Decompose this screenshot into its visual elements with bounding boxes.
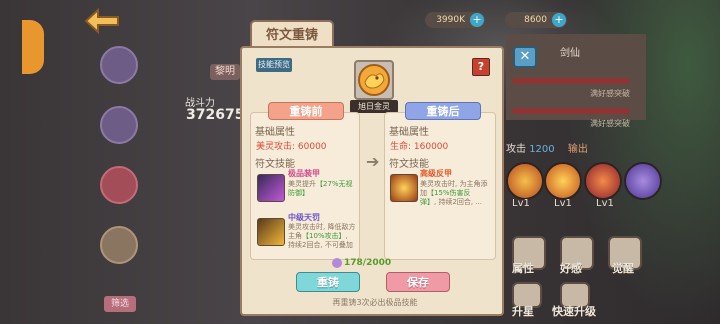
help-button[interactable]: ?: [472, 58, 490, 76]
hero-avatar-3[interactable]: [100, 166, 138, 204]
save-button[interactable]: 保存: [386, 272, 450, 292]
after-tab: 重铸后: [405, 102, 481, 120]
close-button[interactable]: ✕: [513, 46, 537, 68]
affection-label[interactable]: 好感: [560, 260, 582, 276]
before-skill-2-name: 中级天罚: [288, 213, 320, 222]
desc-part: 加: [420, 189, 427, 197]
before-skill-2-desc: 美灵攻击时, 降低敌方 主角【10%攻击】, 持续2回合, 不可叠加: [288, 223, 356, 249]
hero-avatar-2[interactable]: [100, 106, 138, 144]
desc-highlight: 【27%无视: [316, 180, 353, 188]
desc-part: 美灵攻击时, 降低敌方: [288, 223, 356, 231]
desc-highlight: 防御】: [288, 189, 309, 197]
side-tab[interactable]: [22, 20, 44, 74]
before-base-attr-title: 基础属性: [255, 127, 295, 138]
desc-part: , 持续2回合, ...: [434, 198, 483, 206]
filter-button[interactable]: 筛选: [104, 296, 136, 312]
before-skill-1-name: 极品装甲: [288, 169, 320, 178]
skill-orb-2[interactable]: [544, 162, 582, 200]
recast-cost: 178/2000: [344, 258, 392, 268]
progress-bar-1: [512, 78, 630, 84]
detail-extra: 输出: [567, 144, 588, 155]
skill-orb-1[interactable]: [506, 162, 544, 200]
after-skill-1-name: 高级反甲: [420, 169, 452, 178]
desc-part: 持续2回合, 不可叠加: [288, 241, 353, 249]
gold-add-button[interactable]: +: [470, 13, 484, 27]
before-attr: 美灵攻击: 60000: [256, 142, 327, 152]
hero-avatar-1[interactable]: [100, 46, 138, 84]
hero-name-pill: 黎明: [210, 64, 240, 80]
before-tab: 重铸前: [268, 102, 344, 120]
skill-orb-4[interactable]: [624, 162, 662, 200]
before-skill-1-icon: [257, 174, 285, 202]
recast-hint: 再重铸3次必出极品技能: [332, 298, 418, 307]
after-skill-1-desc: 美灵攻击时, 为主角添 加【15%伤害反 弹】, 持续2回合, ...: [420, 180, 494, 207]
gem-add-button[interactable]: +: [552, 13, 566, 27]
desc-part: 美灵攻击时, 为主角添: [420, 180, 488, 188]
attributes-label[interactable]: 属性: [512, 260, 534, 276]
before-skill-1-desc: 美灵提升【27%无视 防御】: [288, 180, 358, 198]
recast-button[interactable]: 重铸: [296, 272, 360, 292]
after-attr: 生命: 160000: [390, 142, 449, 152]
power-value: 372675: [186, 107, 245, 123]
skill-level-2: Lv1: [554, 198, 572, 209]
note-2: 满好感突破: [590, 119, 630, 128]
skill-preview-button[interactable]: 技能预览: [256, 58, 292, 72]
star-up-label[interactable]: 升星: [512, 303, 534, 319]
desc-highlight: 【10%攻击】: [302, 232, 346, 240]
after-base-attr-title: 基础属性: [389, 127, 429, 138]
rune-dust-icon: [332, 258, 342, 268]
detail-value: 1200: [529, 144, 555, 155]
detail-label: 攻击: [506, 144, 526, 155]
desc-part: 主角: [288, 232, 302, 240]
awaken-label[interactable]: 觉醒: [612, 260, 634, 276]
detail-row: 攻击 1200 输出: [506, 140, 646, 155]
note-1: 满好感突破: [590, 89, 630, 98]
after-skill-1-icon: [390, 174, 418, 202]
hero-avatar-4[interactable]: [100, 226, 138, 264]
skill-level-3: Lv1: [596, 198, 614, 209]
desc-part: 美灵提升: [288, 180, 316, 188]
rune-icon: [358, 64, 390, 96]
skill-orb-3[interactable]: [584, 162, 622, 200]
before-skill-2-icon: [257, 218, 285, 246]
arrow-right-icon: ➔: [366, 152, 380, 171]
skill-level-1: Lv1: [512, 198, 530, 209]
back-arrow-icon[interactable]: [84, 8, 120, 34]
desc-highlight: 弹】: [420, 198, 434, 206]
hero-title: 剑仙: [560, 48, 580, 59]
quick-upgrade-label[interactable]: 快速升级: [552, 303, 596, 319]
desc-highlight: 【15%伤害反: [427, 189, 471, 197]
progress-bar-2: [512, 108, 630, 114]
rune-icon-frame: [354, 60, 394, 100]
